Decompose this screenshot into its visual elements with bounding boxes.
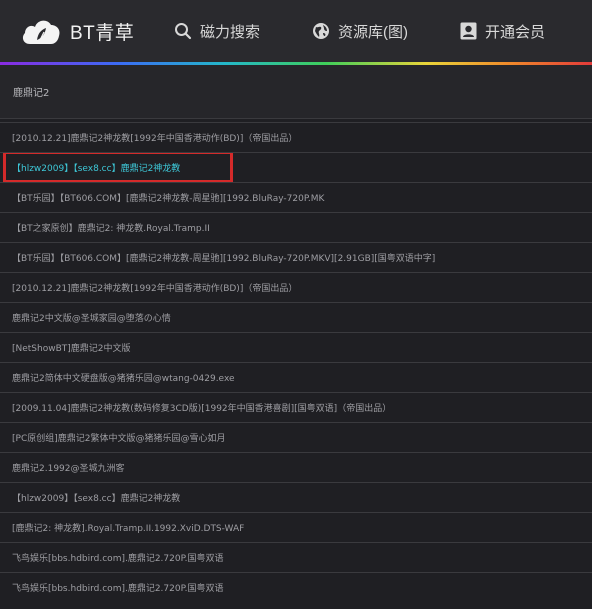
result-row[interactable]: 【hlzw2009】【sex8.cc】鹿鼎记2神龙教: [0, 482, 592, 512]
result-row[interactable]: 飞鸟娱乐[bbs.hdbird.com].鹿鼎记2.720P.国粤双语: [0, 572, 592, 602]
globe-icon: [313, 23, 330, 39]
search-query-bar[interactable]: 鹿鼎记2: [0, 65, 592, 119]
main-nav: 磁力搜索 资源库(图) 开通会员: [138, 21, 545, 42]
logo-text: BT青草: [70, 22, 135, 44]
result-title: 鹿鼎记2.1992@圣城九洲客: [12, 464, 125, 474]
result-row[interactable]: 飞鸟娱乐[bbs.hdbird.com].鹿鼎记2.720P.国粤双语: [0, 542, 592, 572]
result-title: [NetShowBT]鹿鼎记2中文版: [12, 344, 131, 354]
result-row[interactable]: [2010.12.21]鹿鼎记2神龙教[1992年中国香港动作(BD)]（帝国出…: [0, 122, 592, 152]
nav-magnet-search[interactable]: 磁力搜索: [174, 21, 260, 42]
result-row[interactable]: [鹿鼎记2: 神龙教].Royal.Tramp.II.1992.XviD.DTS…: [0, 512, 592, 542]
result-row[interactable]: 鹿鼎记2.1992@圣城九洲客: [0, 452, 592, 482]
result-row[interactable]: 鹿鼎记2中文版@圣城家园@堕落の心情: [0, 302, 592, 332]
result-row[interactable]: 【BT乐园】【BT606.COM】[鹿鼎记2神龙教-周星驰][1992.BluR…: [0, 182, 592, 212]
nav-resource-library-label: 资源库(图): [338, 23, 409, 41]
nav-membership[interactable]: 开通会员: [460, 21, 545, 42]
result-title: 【hlzw2009】【sex8.cc】鹿鼎记2神龙教: [12, 494, 181, 504]
result-title: 飞鸟娱乐[bbs.hdbird.com].鹿鼎记2.720P.国粤双语: [12, 584, 224, 594]
nav-resource-library[interactable]: 资源库(图): [312, 21, 408, 42]
result-title: 【BT乐园】【BT606.COM】[鹿鼎记2神龙教-周星驰][1992.BluR…: [12, 254, 436, 264]
result-row[interactable]: [NetShowBT]鹿鼎记2中文版: [0, 332, 592, 362]
search-icon: [175, 23, 192, 40]
result-row[interactable]: [PC原创组]鹿鼎记2繁体中文版@猪猪乐园@雪心如月: [0, 422, 592, 452]
result-title: 【BT乐园】【BT606.COM】[鹿鼎记2神龙教-周星驰][1992.BluR…: [12, 194, 325, 204]
result-title: 【hlzw2009】【sex8.cc】鹿鼎记2神龙教: [12, 164, 181, 174]
result-title: [2009.11.04]鹿鼎记2神龙教(数码修复3CD版)[1992年中国香港喜…: [12, 404, 392, 414]
cloud-leaf-icon: [22, 20, 60, 44]
result-title: 【BT之家原创】鹿鼎记2: 神龙教.Royal.Tramp.II: [12, 224, 210, 234]
nav-membership-label: 开通会员: [485, 23, 546, 41]
site-logo[interactable]: BT青草: [20, 16, 138, 46]
nav-magnet-search-label: 磁力搜索: [200, 23, 261, 41]
user-card-icon: [460, 22, 477, 40]
result-title: 飞鸟娱乐[bbs.hdbird.com].鹿鼎记2.720P.国粤双语: [12, 554, 224, 564]
result-list: [2010.12.21]鹿鼎记2神龙教[1992年中国香港动作(BD)]（帝国出…: [0, 122, 592, 602]
search-query-text: 鹿鼎记2: [13, 88, 50, 99]
result-row[interactable]: [2010.12.21]鹿鼎记2神龙教[1992年中国香港动作(BD)]（帝国出…: [0, 272, 592, 302]
top-nav-bar: BT青草 磁力搜索 资源库(图) 开通会员: [0, 0, 592, 62]
result-row[interactable]: 鹿鼎记2简体中文硬盘版@猪猪乐园@wtang-0429.exe: [0, 362, 592, 392]
result-row[interactable]: 【BT之家原创】鹿鼎记2: 神龙教.Royal.Tramp.II: [0, 212, 592, 242]
result-title: 鹿鼎记2中文版@圣城家园@堕落の心情: [12, 314, 171, 324]
result-title: [2010.12.21]鹿鼎记2神龙教[1992年中国香港动作(BD)]（帝国出…: [12, 134, 298, 144]
result-title: [PC原创组]鹿鼎记2繁体中文版@猪猪乐园@雪心如月: [12, 434, 226, 444]
result-title: 鹿鼎记2简体中文硬盘版@猪猪乐园@wtang-0429.exe: [12, 374, 235, 384]
result-title: [2010.12.21]鹿鼎记2神龙教[1992年中国香港动作(BD)]（帝国出…: [12, 284, 298, 294]
result-row[interactable]: 【BT乐园】【BT606.COM】[鹿鼎记2神龙教-周星驰][1992.BluR…: [0, 242, 592, 272]
result-row-highlighted[interactable]: 【hlzw2009】【sex8.cc】鹿鼎记2神龙教: [0, 152, 592, 182]
result-row[interactable]: [2009.11.04]鹿鼎记2神龙教(数码修复3CD版)[1992年中国香港喜…: [0, 392, 592, 422]
result-title: [鹿鼎记2: 神龙教].Royal.Tramp.II.1992.XviD.DTS…: [12, 524, 245, 534]
